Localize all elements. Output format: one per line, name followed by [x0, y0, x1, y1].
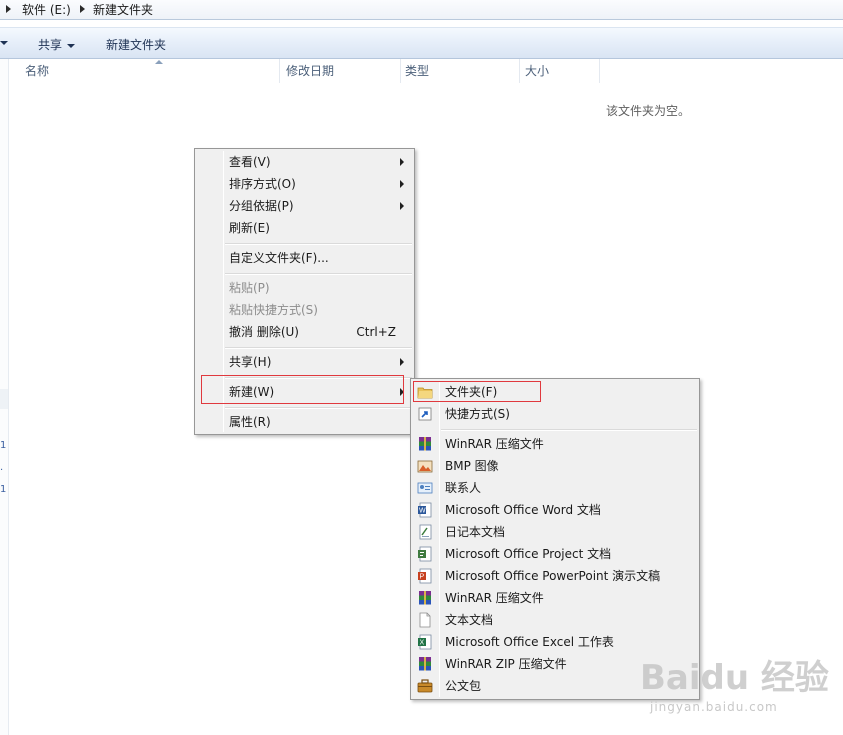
chevron-down-icon — [67, 43, 76, 48]
breadcrumb-arrow-icon[interactable] — [6, 5, 11, 13]
menu-item-customize-folder[interactable]: 自定义文件夹(F)... — [197, 247, 412, 269]
menu-item-label: WinRAR 压缩文件 — [445, 437, 544, 451]
menu-separator — [441, 429, 697, 431]
watermark-url: jingyan.baidu.com — [650, 700, 778, 714]
breadcrumb-folder[interactable]: 新建文件夹 — [93, 1, 153, 18]
new-folder-button[interactable]: 新建文件夹 — [106, 36, 166, 53]
submenu-item-journal-doc[interactable]: 日记本文档 — [413, 521, 697, 543]
menu-item-label: 属性(R) — [229, 415, 271, 429]
menu-item-label: Microsoft Office Word 文档 — [445, 503, 601, 517]
menu-item-paste: 粘贴(P) — [197, 277, 412, 299]
submenu-item-contact[interactable]: 联系人 — [413, 477, 697, 499]
journal-icon — [419, 524, 432, 540]
menu-item-label: 日记本文档 — [445, 525, 506, 539]
menu-item-group-by[interactable]: 分组依据(P) — [197, 195, 412, 217]
powerpoint-document-icon: P — [418, 568, 432, 584]
menu-item-label: 刷新(E) — [229, 221, 270, 235]
baidu-watermark: Baidu 经验 jingyan.baidu.com — [640, 640, 840, 735]
menu-item-label: 快捷方式(S) — [445, 407, 510, 421]
menu-item-label: 查看(V) — [229, 155, 271, 169]
column-header-size[interactable]: 大小 — [520, 59, 600, 83]
winrar-icon — [419, 591, 431, 605]
breadcrumb-drive[interactable]: 软件 (E:) — [22, 1, 71, 18]
menu-item-label: Microsoft Office PowerPoint 演示文稿 — [445, 569, 661, 583]
breadcrumb-arrow-icon[interactable] — [80, 5, 85, 13]
navigation-pane[interactable]: 1 . 1 — [0, 59, 9, 735]
svg-text:P: P — [420, 574, 425, 581]
menu-item-label: 粘贴(P) — [229, 281, 270, 295]
menu-item-refresh[interactable]: 刷新(E) — [197, 217, 412, 239]
organize-dropdown-icon[interactable] — [0, 41, 8, 45]
svg-text:X: X — [420, 640, 425, 647]
menu-item-label: 排序方式(O) — [229, 177, 296, 191]
submenu-item-powerpoint-doc[interactable]: P Microsoft Office PowerPoint 演示文稿 — [413, 565, 697, 587]
submenu-item-project-doc[interactable]: Microsoft Office Project 文档 — [413, 543, 697, 565]
column-headers: 名称 修改日期 类型 大小 — [10, 59, 843, 83]
toolbar: 共享 新建文件夹 — [0, 27, 843, 59]
text-document-icon — [419, 612, 431, 628]
submenu-item-shortcut[interactable]: 快捷方式(S) — [413, 403, 697, 425]
new-item-highlight-box — [201, 375, 404, 404]
nav-selected-item[interactable] — [0, 389, 8, 409]
submenu-item-winrar-archive[interactable]: WinRAR 压缩文件 — [413, 433, 697, 455]
empty-folder-message: 该文件夹为空。 — [606, 104, 691, 118]
menu-item-label: 文本文档 — [445, 613, 494, 627]
submenu-item-winrar-archive-2[interactable]: WinRAR 压缩文件 — [413, 587, 697, 609]
submenu-item-bmp-image[interactable]: BMP 图像 — [413, 455, 697, 477]
share-button[interactable]: 共享 — [38, 36, 76, 53]
menu-item-view[interactable]: 查看(V) — [197, 151, 412, 173]
project-document-icon — [418, 546, 432, 562]
menu-item-share[interactable]: 共享(H) — [197, 351, 412, 373]
menu-item-label: 自定义文件夹(F)... — [229, 251, 329, 265]
column-header-modified[interactable]: 修改日期 — [281, 59, 401, 83]
column-header-name[interactable]: 名称 — [20, 59, 280, 83]
submenu-arrow-icon — [400, 358, 404, 366]
menu-item-undo-delete[interactable]: 撤消 删除(U) Ctrl+Z — [197, 321, 412, 343]
nav-item-fragment[interactable]: 1 — [0, 484, 6, 495]
bmp-image-icon — [417, 460, 433, 473]
menu-item-label: 撤消 删除(U) — [229, 325, 299, 339]
excel-document-icon: X — [418, 634, 432, 650]
submenu-item-word-doc[interactable]: W Microsoft Office Word 文档 — [413, 499, 697, 521]
menu-item-label: 共享(H) — [229, 355, 272, 369]
contact-card-icon — [417, 482, 433, 494]
svg-text:W: W — [419, 508, 426, 515]
submenu-item-text-doc[interactable]: 文本文档 — [413, 609, 697, 631]
menu-item-label: Microsoft Office Project 文档 — [445, 547, 612, 561]
menu-separator — [225, 347, 412, 349]
menu-separator — [225, 273, 412, 275]
menu-item-label: WinRAR 压缩文件 — [445, 591, 544, 605]
submenu-arrow-icon — [400, 180, 404, 188]
menu-separator — [225, 243, 412, 245]
submenu-arrow-icon — [400, 158, 404, 166]
menu-item-label: 分组依据(P) — [229, 199, 294, 213]
menu-item-sort-by[interactable]: 排序方式(O) — [197, 173, 412, 195]
column-header-type[interactable]: 类型 — [400, 59, 520, 83]
word-document-icon: W — [418, 502, 432, 518]
menu-separator — [225, 407, 412, 409]
submenu-arrow-icon — [400, 202, 404, 210]
shortcut-icon — [418, 407, 432, 421]
menu-item-label: BMP 图像 — [445, 459, 499, 473]
watermark-logo: Baidu 经验 — [640, 658, 829, 698]
nav-item-fragment[interactable]: . — [0, 462, 3, 473]
winrar-zip-icon — [419, 657, 431, 671]
briefcase-icon — [417, 679, 433, 693]
menu-item-label: 联系人 — [445, 481, 482, 495]
menu-item-paste-shortcut: 粘贴快捷方式(S) — [197, 299, 412, 321]
winrar-icon — [419, 437, 431, 451]
menu-item-label: WinRAR ZIP 压缩文件 — [445, 657, 567, 671]
menu-item-label: 粘贴快捷方式(S) — [229, 303, 318, 317]
menu-item-shortcut: Ctrl+Z — [356, 325, 396, 339]
folder-item-highlight-box — [413, 381, 541, 402]
menu-item-label: 公文包 — [445, 679, 482, 693]
address-bar[interactable]: 软件 (E:) 新建文件夹 — [0, 0, 843, 20]
menu-item-properties[interactable]: 属性(R) — [197, 411, 412, 433]
share-label: 共享 — [38, 38, 63, 52]
nav-item-fragment[interactable]: 1 — [0, 440, 6, 451]
menu-item-label: Microsoft Office Excel 工作表 — [445, 635, 614, 649]
